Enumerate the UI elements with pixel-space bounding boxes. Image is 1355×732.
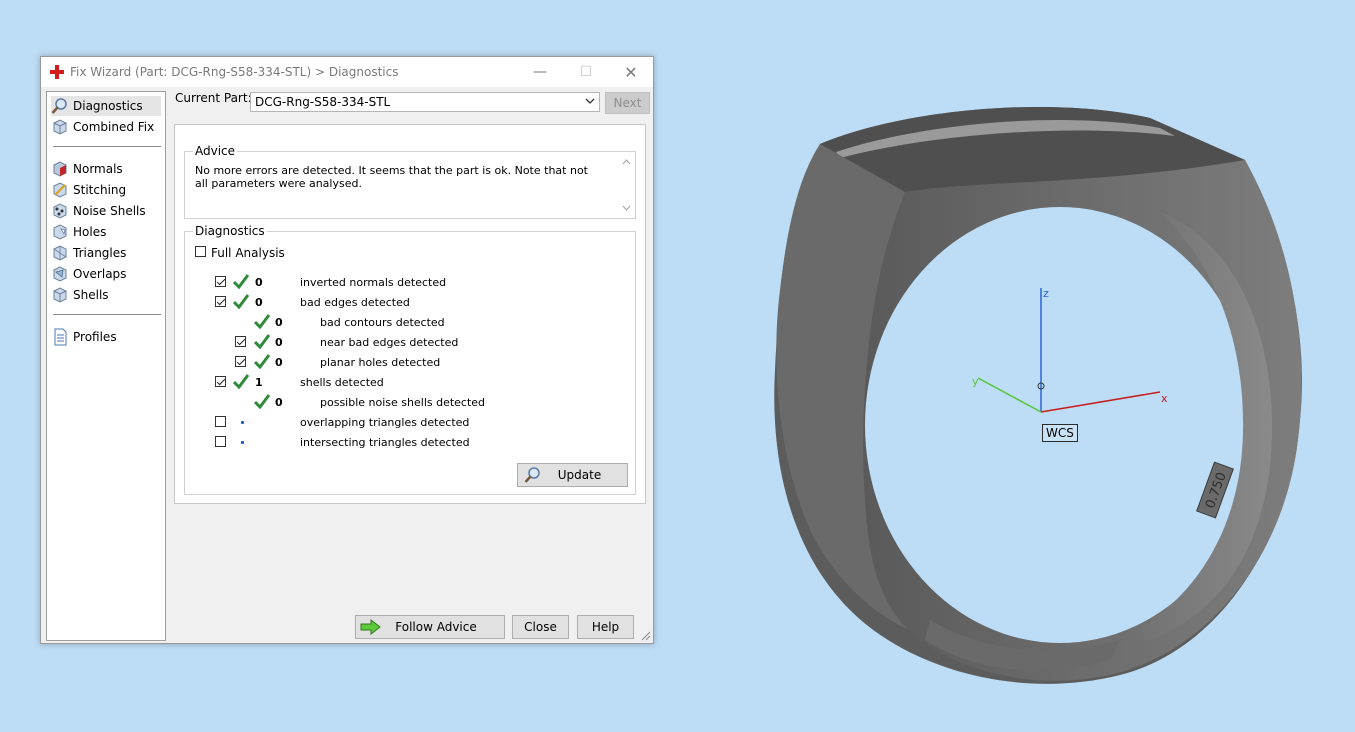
magnifier-icon — [524, 467, 540, 483]
diagnostics-panel: Advice No more errors are detected. It s… — [174, 124, 646, 504]
bad-edges-label: bad edges detected — [300, 296, 410, 309]
advice-title: Advice — [193, 144, 238, 158]
update-label: Update — [557, 468, 602, 482]
shells-label: shells detected — [300, 376, 384, 389]
overlaps-icon — [53, 266, 67, 282]
noise-shells-count: 0 — [275, 396, 283, 409]
x-axis-label: x — [1161, 392, 1168, 405]
green-check-icon — [254, 314, 270, 329]
planar-holes-count: 0 — [275, 356, 283, 369]
holes-icon — [53, 224, 67, 240]
title-bar[interactable]: Fix Wizard (Part: DCG-Rng-S58-334-STL) >… — [41, 57, 653, 87]
planar-holes-checkbox[interactable] — [235, 356, 246, 367]
diagnostics-group: Diagnostics Full Analysis 0 inverted nor… — [184, 224, 636, 495]
z-axis-label: z — [1043, 287, 1049, 300]
inverted-normals-count: 0 — [255, 276, 263, 289]
inverted-normals-checkbox[interactable] — [215, 276, 226, 287]
sidebar-item-triangles[interactable]: Triangles — [51, 243, 161, 263]
advice-group: Advice No more errors are detected. It s… — [184, 144, 636, 219]
next-button[interactable]: Next — [605, 92, 650, 114]
sidebar-item-profiles[interactable]: Profiles — [51, 327, 161, 347]
overlapping-triangles-label: overlapping triangles detected — [300, 416, 470, 429]
normals-cube-icon — [53, 161, 67, 177]
green-check-icon — [254, 334, 270, 349]
planar-holes-label: planar holes detected — [320, 356, 441, 369]
advice-scrollbar[interactable] — [618, 152, 635, 218]
green-check-icon — [254, 394, 270, 409]
sidebar-item-stitching[interactable]: Stitching — [51, 180, 161, 200]
help-button[interactable]: Help — [577, 615, 634, 639]
sidebar-item-normals[interactable]: Normals — [51, 159, 161, 179]
near-bad-edges-label: near bad edges detected — [320, 336, 459, 349]
shells-count: 1 — [255, 376, 263, 389]
wizard-sidebar: Diagnostics Combined Fix Normals Stitchi… — [46, 91, 166, 641]
green-check-icon — [233, 274, 249, 289]
inverted-normals-label: inverted normals detected — [300, 276, 447, 289]
follow-advice-label: Follow Advice — [395, 620, 477, 634]
sidebar-item-diagnostics[interactable]: Diagnostics — [51, 96, 161, 116]
magnifier-icon — [51, 98, 67, 114]
follow-advice-button[interactable]: Follow Advice — [355, 615, 505, 639]
stitching-icon — [53, 182, 67, 198]
close-window-button[interactable]: ✕ — [608, 57, 654, 87]
noise-shells-icon — [53, 203, 67, 219]
sidebar-item-holes[interactable]: Holes — [51, 222, 161, 242]
triangles-icon — [53, 245, 67, 261]
fix-wizard-dialog: Fix Wizard (Part: DCG-Rng-S58-334-STL) >… — [40, 56, 654, 644]
noise-shells-label: possible noise shells detected — [320, 396, 486, 409]
shells-icon — [53, 287, 67, 303]
full-analysis-checkbox[interactable] — [195, 246, 206, 257]
overlapping-triangles-checkbox[interactable] — [215, 416, 226, 427]
bad-edges-checkbox[interactable] — [215, 296, 226, 307]
resize-grip-icon[interactable] — [641, 631, 651, 641]
chevron-down-icon — [585, 98, 595, 104]
current-part-select[interactable]: DCG-Rng-S58-334-STL — [250, 92, 600, 112]
green-check-icon — [254, 354, 270, 369]
shells-checkbox[interactable] — [215, 376, 226, 387]
bad-contours-label: bad contours detected — [320, 316, 445, 329]
bad-edges-count: 0 — [255, 296, 263, 309]
intersecting-triangles-label: intersecting triangles detected — [300, 436, 470, 449]
sidebar-separator — [53, 146, 161, 147]
wcs-label[interactable]: WCS — [1042, 424, 1078, 442]
full-analysis-label: Full Analysis — [211, 246, 285, 260]
sidebar-item-combined-fix[interactable]: Combined Fix — [51, 117, 161, 137]
scroll-arrows-icon — [622, 159, 631, 211]
pending-dot-icon — [241, 441, 244, 444]
window-title: Fix Wizard (Part: DCG-Rng-S58-334-STL) >… — [70, 65, 399, 79]
y-axis-label: y — [972, 375, 979, 388]
update-button[interactable]: Update — [517, 463, 628, 487]
app-cross-icon — [50, 65, 64, 79]
green-check-icon — [233, 294, 249, 309]
near-bad-edges-checkbox[interactable] — [235, 336, 246, 347]
sidebar-separator — [53, 314, 161, 315]
near-bad-edges-count: 0 — [275, 336, 283, 349]
minimize-button[interactable]: — — [517, 57, 563, 87]
green-arrow-icon — [360, 619, 381, 635]
current-part-label: Current Part: — [175, 91, 252, 105]
diagnostics-title: Diagnostics — [193, 224, 267, 238]
intersecting-triangles-checkbox[interactable] — [215, 436, 226, 447]
sidebar-item-overlaps[interactable]: Overlaps — [51, 264, 161, 284]
sidebar-item-shells[interactable]: Shells — [51, 285, 161, 305]
pending-dot-icon — [241, 421, 244, 424]
current-part-value: DCG-Rng-S58-334-STL — [255, 95, 391, 109]
advice-text: No more errors are detected. It seems th… — [195, 164, 588, 190]
green-check-icon — [233, 374, 249, 389]
cube-icon — [53, 119, 67, 135]
bad-contours-count: 0 — [275, 316, 283, 329]
maximize-button[interactable]: ☐ — [563, 57, 609, 87]
sidebar-item-noise-shells[interactable]: Noise Shells — [51, 201, 161, 221]
close-button[interactable]: Close — [512, 615, 569, 639]
document-icon — [54, 328, 67, 346]
